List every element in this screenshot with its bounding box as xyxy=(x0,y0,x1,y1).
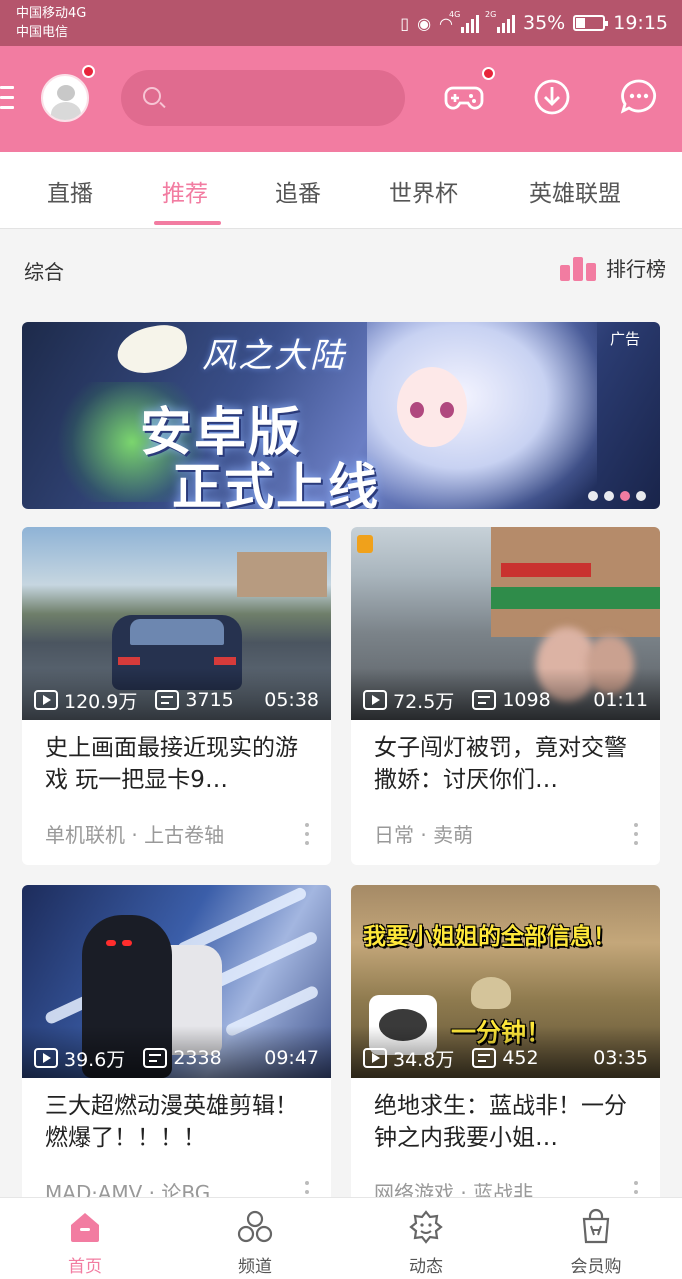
video-tags[interactable]: 日常 · 卖萌 xyxy=(374,819,473,848)
signal-4g-icon: 4G xyxy=(449,10,479,33)
play-count-icon xyxy=(34,1048,58,1068)
ranking-bars-icon xyxy=(560,255,596,281)
category-tabs: 直播 推荐 追番 世界杯 英雄联盟 xyxy=(0,152,682,229)
signal-2g-icon: 2G xyxy=(485,10,515,33)
video-card[interactable]: 我要小姐姐的全部信息！ 一分钟！ 34.8万 452 03:35 绝地求生：蓝战… xyxy=(351,885,660,1223)
search-icon xyxy=(143,87,161,105)
view-count: 39.6万 xyxy=(64,1048,126,1071)
video-duration: 01:11 xyxy=(593,689,648,711)
video-title[interactable]: 绝地求生：蓝战非！一分钟之内我要小姐… xyxy=(374,1090,644,1154)
nav-channels-label: 频道 xyxy=(238,1257,272,1277)
video-thumbnail: 120.9万 3715 05:38 xyxy=(22,527,331,720)
carrier-secondary: 中国电信 xyxy=(16,25,69,40)
danmaku-icon xyxy=(472,1048,497,1068)
video-card[interactable]: 72.5万 1098 01:11 女子闯灯被罚，竟对交警撒娇：讨厌你们… 日常 … xyxy=(351,527,660,865)
live-badge-icon xyxy=(357,535,373,553)
avatar-notification-dot xyxy=(82,65,95,78)
thumbnail-caption: 我要小姐姐的全部信息！ xyxy=(363,924,616,950)
battery-percent: 35% xyxy=(523,12,566,34)
view-count: 34.8万 xyxy=(393,1048,455,1071)
more-options-icon[interactable] xyxy=(634,823,638,845)
tab-bangumi[interactable]: 追番 xyxy=(275,174,321,208)
section-title: 综合 xyxy=(24,260,64,284)
game-controller-icon[interactable] xyxy=(443,76,485,118)
video-title[interactable]: 三大超燃动漫英雄剪辑！燃爆了！！！！ xyxy=(45,1090,315,1154)
banner-page-dot[interactable] xyxy=(588,491,598,501)
avatar[interactable] xyxy=(41,74,89,122)
battery-icon xyxy=(573,15,609,31)
network-type-2g: 2G xyxy=(485,10,497,19)
status-bar: 中国移动4G 中国电信 ▯ ◉ ◠ 4G 2G 35% 19:15 xyxy=(0,0,682,46)
member-shop-icon xyxy=(582,1208,610,1244)
banner-game-logo: 风之大陆 xyxy=(202,336,346,376)
video-card[interactable]: 120.9万 3715 05:38 史上画面最接近现实的游戏 玩一把显卡9… 单… xyxy=(22,527,331,865)
banner-page-dot[interactable] xyxy=(636,491,646,501)
video-duration: 09:47 xyxy=(264,1047,319,1069)
status-icons: ▯ ◉ ◠ 4G 2G 35% 19:15 xyxy=(400,9,668,37)
banner-headline-2: 正式上线 xyxy=(172,458,380,509)
ranking-button[interactable]: 排行榜 xyxy=(560,253,666,282)
dynamics-icon xyxy=(409,1210,443,1244)
promo-banner[interactable]: 风之大陆 安卓版 正式上线 广告 xyxy=(22,322,660,509)
nav-member-shop[interactable]: 会员购 xyxy=(551,1208,641,1277)
dove-illustration xyxy=(113,322,191,378)
active-tab-indicator xyxy=(154,221,221,225)
danmaku-icon xyxy=(472,690,497,710)
menu-icon[interactable] xyxy=(0,86,14,112)
more-options-icon[interactable] xyxy=(305,823,309,845)
banner-page-dot[interactable] xyxy=(604,491,614,501)
danmaku-count: 1098 xyxy=(502,689,551,711)
battery-fill xyxy=(576,18,586,28)
nav-channels[interactable]: 频道 xyxy=(210,1208,300,1277)
bottom-navigation: 首页 频道 动态 会员购 xyxy=(0,1197,682,1279)
ranking-label: 排行榜 xyxy=(606,257,666,281)
danmaku-count: 2338 xyxy=(173,1047,222,1069)
video-duration: 03:35 xyxy=(593,1047,648,1069)
banner-pagination xyxy=(588,491,646,501)
app-header xyxy=(0,46,682,152)
search-box[interactable] xyxy=(121,70,405,126)
tab-recommended[interactable]: 推荐 xyxy=(162,174,208,208)
vibrate-icon: ▯ xyxy=(400,13,410,33)
eye-comfort-icon: ◉ xyxy=(417,13,432,33)
nav-dynamics-label: 动态 xyxy=(409,1257,443,1277)
danmaku-icon xyxy=(143,1048,168,1068)
tab-live[interactable]: 直播 xyxy=(47,174,93,208)
video-thumbnail: 39.6万 2338 09:47 xyxy=(22,885,331,1078)
play-count-icon xyxy=(363,690,387,710)
nav-home[interactable]: 首页 xyxy=(40,1208,130,1277)
banner-page-dot[interactable] xyxy=(620,491,630,501)
game-notification-dot xyxy=(482,67,495,80)
home-icon xyxy=(71,1213,99,1242)
video-thumbnail: 我要小姐姐的全部信息！ 一分钟！ 34.8万 452 03:35 xyxy=(351,885,660,1078)
tab-league-of-legends[interactable]: 英雄联盟 xyxy=(529,174,621,208)
chat-bubble-icon[interactable] xyxy=(618,76,660,118)
nav-home-label: 首页 xyxy=(68,1257,102,1277)
video-title[interactable]: 女子闯灯被罚，竟对交警撒娇：讨厌你们… xyxy=(374,732,644,796)
video-title[interactable]: 史上画面最接近现实的游戏 玩一把显卡9… xyxy=(45,732,315,796)
play-count-icon xyxy=(363,1048,387,1068)
video-duration: 05:38 xyxy=(264,689,319,711)
download-icon[interactable] xyxy=(531,76,573,118)
danmaku-icon xyxy=(155,690,180,710)
view-count: 72.5万 xyxy=(393,690,455,713)
nav-member-shop-label: 会员购 xyxy=(570,1257,622,1277)
channels-icon xyxy=(237,1210,273,1243)
video-card[interactable]: 39.6万 2338 09:47 三大超燃动漫英雄剪辑！燃爆了！！！！ MAD·… xyxy=(22,885,331,1223)
danmaku-count: 3715 xyxy=(185,689,234,711)
video-tags[interactable]: 单机联机 · 上古卷轴 xyxy=(45,819,224,848)
clock: 19:15 xyxy=(613,12,668,34)
video-thumbnail: 72.5万 1098 01:11 xyxy=(351,527,660,720)
carrier-primary: 中国移动4G xyxy=(16,6,87,21)
network-type-4g: 4G xyxy=(449,10,461,19)
play-count-icon xyxy=(34,690,58,710)
tab-world-cup[interactable]: 世界杯 xyxy=(389,174,458,208)
danmaku-count: 452 xyxy=(502,1047,539,1069)
ad-badge: 广告 xyxy=(609,330,640,348)
nav-dynamics[interactable]: 动态 xyxy=(381,1208,471,1277)
view-count: 120.9万 xyxy=(64,690,138,713)
